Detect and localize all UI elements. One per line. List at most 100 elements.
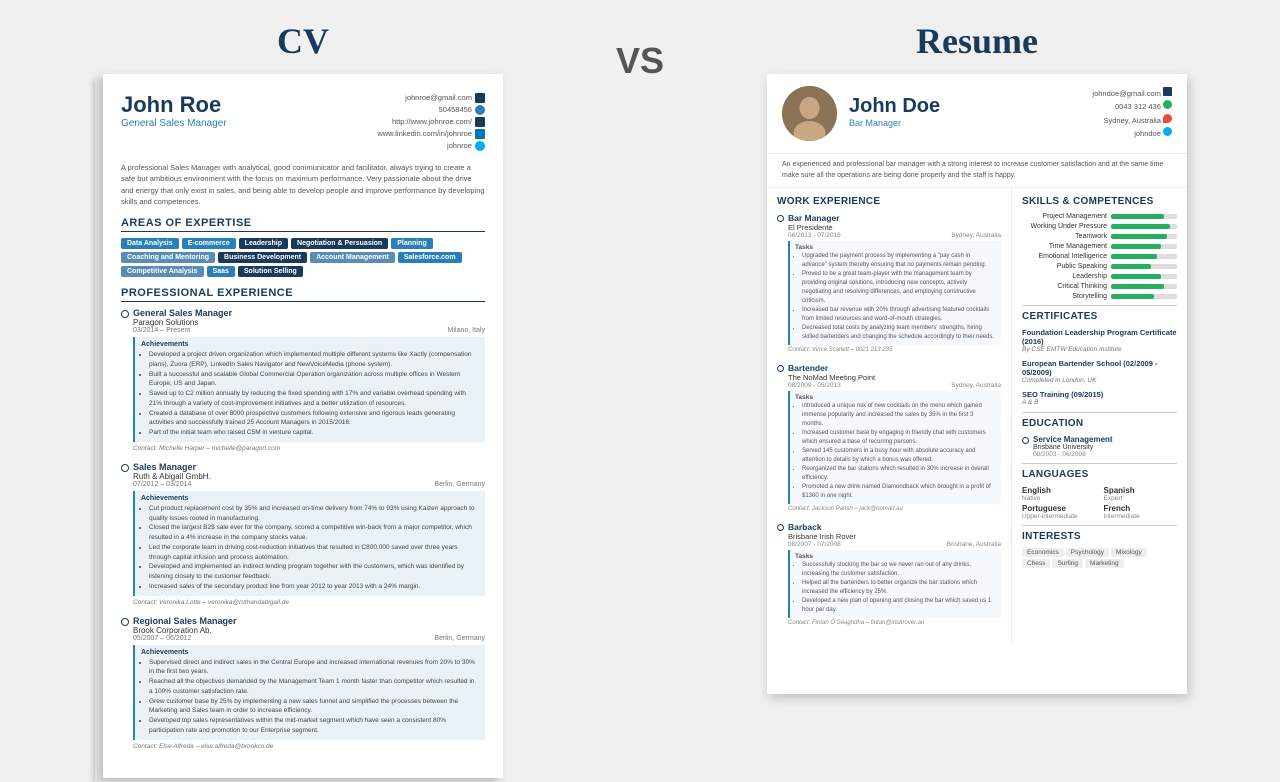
tag-ecommerce: E-commerce — [182, 238, 236, 249]
resume-title: Resume — [916, 20, 1038, 62]
lang-spanish-level: Expert — [1104, 495, 1178, 502]
skill-name-ps: Public Speaking — [1022, 263, 1107, 270]
edu-dot-1 — [1022, 437, 1029, 444]
interest-tags: Economics Psychology Mixology Chess Surf… — [1022, 548, 1177, 568]
tag-competitive: Competitive Analysis — [121, 266, 204, 277]
cv-contact: johnroe@gmail.com 50458456 http://www.jo… — [377, 92, 485, 152]
lang-english-name: English — [1022, 486, 1096, 495]
job-circle-2 — [121, 464, 129, 472]
skill-row-ct: Critical Thinking — [1022, 283, 1177, 290]
work-entry-1: Bar Manager El Presidente 06/2013 - 07/2… — [777, 213, 1001, 353]
resume-name-block: John Doe Bar Manager — [849, 95, 1080, 132]
tag-data-analysis: Data Analysis — [121, 238, 179, 249]
cert-org-1: By CSE EMTW Education Institute — [1022, 346, 1177, 353]
edu-school-1: Brisbane University — [1033, 444, 1113, 451]
tasks-label-3: Tasks — [795, 553, 996, 560]
work-date-3: 08/2007 - 07/2008 — [788, 541, 841, 548]
skill-row-st: Storytelling — [1022, 293, 1177, 300]
skill-bar-pm — [1111, 214, 1177, 219]
edu-date-1: 08/2003 - 06/2008 — [1033, 451, 1113, 458]
skill-name-pm: Project Management — [1022, 213, 1107, 220]
web-icon — [475, 117, 485, 127]
resume-avatar — [782, 86, 837, 141]
edu-entry-1: Service Management Brisbane University 0… — [1022, 435, 1177, 458]
cv-phone: 50458456 — [439, 104, 472, 116]
job-date-3: 05/2007 – 06/2012 — [133, 635, 191, 642]
cv-job-title: General Sales Manager — [121, 118, 227, 129]
skills-title: SKILLS & COMPETENCES — [1022, 196, 1177, 207]
cv-name: John Roe — [121, 92, 227, 118]
divider-3 — [1022, 463, 1177, 464]
cert-org-2: Completed in London, UK — [1022, 377, 1177, 384]
achievements-title-1: Achievements — [141, 341, 479, 348]
work-date-2: 08/2009 - 05/2013 — [788, 382, 841, 389]
skill-bar-ps — [1111, 264, 1177, 269]
tag-saas: Saas — [207, 266, 235, 277]
work-entry-2: Bartender The NoMad Meeting Point 08/200… — [777, 363, 1001, 512]
job-location-2: Berlin, Germany — [434, 481, 485, 488]
cert-1: Foundation Leadership Program Certificat… — [1022, 328, 1177, 353]
skill-row-lead: Leadership — [1022, 273, 1177, 280]
skill-name-wup: Working Under Pressure — [1022, 223, 1107, 230]
skill-row-ps: Public Speaking — [1022, 263, 1177, 270]
work-dot-1 — [777, 215, 784, 222]
work-loc-2: Sydney, Australia — [951, 382, 1001, 389]
skill-bar-wup — [1111, 224, 1177, 229]
skill-name-ei: Emotional Intelligence — [1022, 253, 1107, 260]
achievements-title-3: Achievements — [141, 649, 479, 656]
skill-row-tm: Time Management — [1022, 243, 1177, 250]
tasks-label-1: Tasks — [795, 244, 996, 251]
interest-marketing: Marketing — [1085, 559, 1124, 568]
work-tasks-2: Tasks Introduced a unique mix of new coc… — [788, 391, 1001, 504]
cv-header: John Roe General Sales Manager johnroe@g… — [121, 92, 485, 152]
job-entry-3: Regional Sales Manager Brook Corporation… — [121, 616, 485, 750]
skill-bar-ei — [1111, 254, 1177, 259]
achievements-box-3: Achievements Supervised direct and indir… — [133, 645, 485, 740]
tasks-list-2: Introduced a unique mix of new cocktails… — [795, 402, 996, 501]
job-date-1: 03/2014 – Present — [133, 327, 190, 334]
work-company-3: Brisbane Irish Rover — [788, 532, 1001, 541]
job-contact-3: Contact: Else Alfreda – else.alfreda@bro… — [133, 743, 485, 750]
lang-spanish: Spanish Expert — [1104, 486, 1178, 502]
achievements-list-2: Cut product replacement cost by 35% and … — [141, 504, 479, 592]
work-dot-3 — [777, 524, 784, 531]
work-title-3: Barback — [788, 522, 822, 532]
job-company-2: Ruth & Abigail GmbH. — [133, 472, 211, 481]
res-location: Sydney, Australia — [1104, 116, 1161, 125]
res-email-icon — [1163, 87, 1172, 96]
resume-paper: John Doe Bar Manager johndoe@gmail.com 0… — [767, 74, 1187, 694]
tag-coaching: Coaching and Mentoring — [121, 252, 215, 263]
work-entry-3: Barback Brisbane Irish Rover 08/2007 - 0… — [777, 522, 1001, 626]
achievements-box-2: Achievements Cut product replacement cos… — [133, 491, 485, 596]
work-contact-1: Contact: Vince Scarlett – 0021 213 235 — [788, 347, 1001, 353]
linkedin-icon — [475, 129, 485, 139]
expertise-tags: Data Analysis E-commerce Leadership Nego… — [121, 238, 485, 277]
divider-4 — [1022, 525, 1177, 526]
skill-name-ct: Critical Thinking — [1022, 283, 1107, 290]
main-container: CV John Roe General Sales Manager johnro… — [0, 0, 1280, 720]
lang-english-level: Native — [1022, 495, 1096, 502]
job-entry-1: General Sales Manager Paragon Solutions … — [121, 308, 485, 452]
professional-experience-title: PROFESSIONAL EXPERIENCE — [121, 287, 485, 302]
work-contact-3: Contact: Fintan Ó Séaghdha – fintan@iris… — [788, 620, 1001, 626]
work-company-1: El Presidente — [788, 223, 1001, 232]
res-phone-icon — [1163, 100, 1172, 109]
work-title-1: Bar Manager — [788, 213, 840, 223]
tasks-list-3: Successfully stocking the bar so we neve… — [795, 561, 996, 615]
res-email: johndoe@gmail.com — [1092, 89, 1160, 98]
lang-english: English Native — [1022, 486, 1096, 502]
job-date-2: 07/2012 – 03/2014 — [133, 481, 191, 488]
lang-french-level: Intermediate — [1104, 513, 1178, 520]
skill-name-lead: Leadership — [1022, 273, 1107, 280]
tag-bizdev: Business Development — [218, 252, 307, 263]
achievements-list-1: Developed a project driven organization … — [141, 350, 479, 438]
phone-icon — [475, 105, 485, 115]
job-title-3: Regional Sales Manager — [133, 616, 237, 626]
cv-title: CV — [277, 20, 329, 62]
job-company-1: Paragon Solutions — [133, 318, 232, 327]
skill-name-tm: Time Management — [1022, 243, 1107, 250]
tasks-label-2: Tasks — [795, 394, 996, 401]
job-location-1: Milano, Italy — [448, 327, 485, 334]
res-skype: johndoe — [1134, 129, 1161, 138]
vs-label: VS — [616, 20, 664, 82]
